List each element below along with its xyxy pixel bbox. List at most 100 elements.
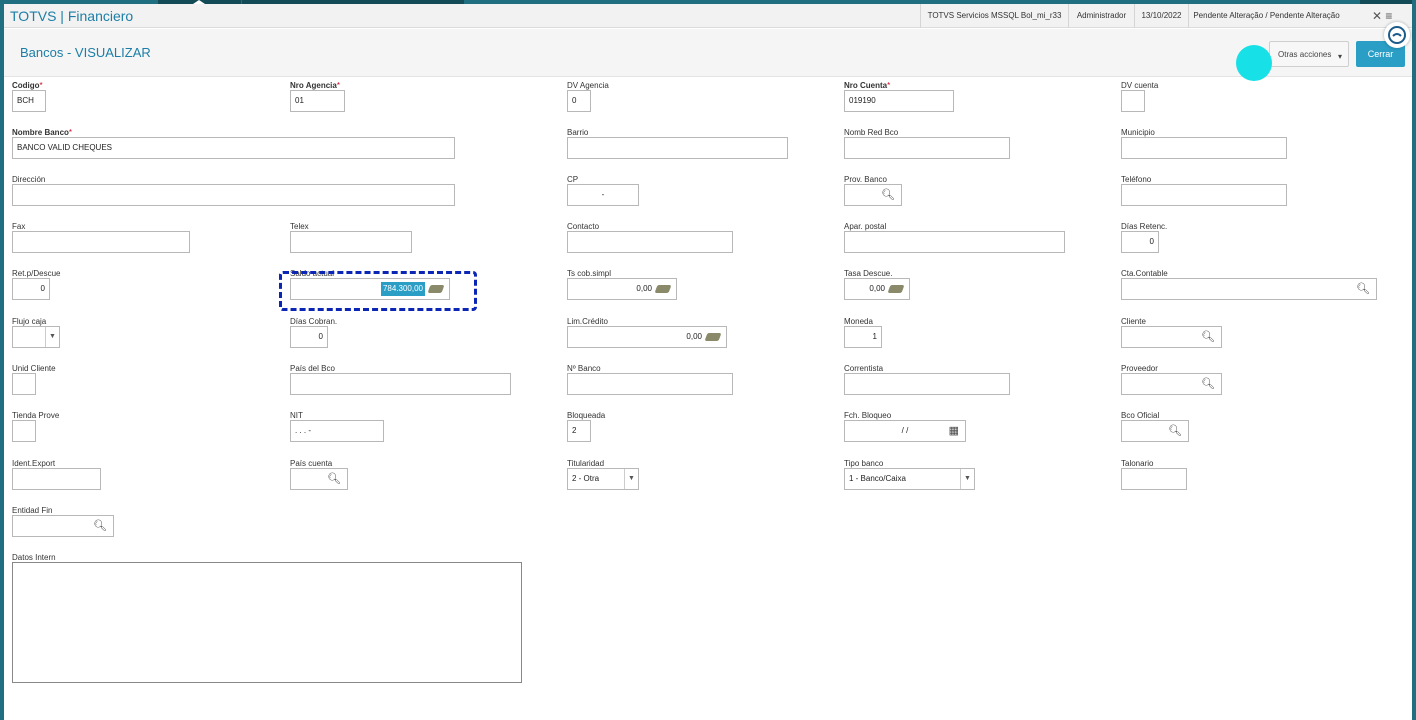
- municipio-label: Municipio: [1121, 128, 1155, 137]
- ts-cob-simpl-field[interactable]: 0,00: [567, 278, 677, 300]
- bloqueada-field[interactable]: 2: [567, 420, 591, 442]
- dias-retenc-field[interactable]: 0: [1121, 231, 1159, 253]
- fax-label: Fax: [12, 222, 26, 231]
- nro-cuenta-field[interactable]: 019190: [844, 90, 954, 112]
- tipo-banco-select[interactable]: 1 - Banco/Caixa ▼: [844, 468, 975, 490]
- nombre-banco-field[interactable]: BANCO VALID CHEQUES: [12, 137, 455, 159]
- fch-bloqueo-label: Fch. Bloqueo: [844, 411, 892, 420]
- nomb-red-bco-field[interactable]: [844, 137, 1010, 159]
- contacto-label: Contacto: [567, 222, 600, 231]
- money-icon[interactable]: [654, 285, 672, 293]
- nit-field[interactable]: . . . -: [290, 420, 384, 442]
- date-status: 13/10/2022: [1134, 4, 1188, 28]
- calendar-icon[interactable]: ▦: [949, 421, 959, 441]
- otras-acciones-label: Otras acciones: [1278, 50, 1332, 59]
- correntista-field[interactable]: [844, 373, 1010, 395]
- bco-oficial-field[interactable]: 🔍︎: [1121, 420, 1189, 442]
- prov-banco-label: Prov. Banco: [844, 175, 887, 184]
- dropdown-arrow-icon[interactable]: ▼: [45, 327, 59, 347]
- pais-del-bco-field[interactable]: [290, 373, 511, 395]
- page-header: Bancos - VISUALIZAR Otras acciones ▾ Cer…: [4, 29, 1412, 77]
- nro-cuenta-label: Nro Cuenta*: [844, 81, 891, 90]
- bco-oficial-label: Bco Oficial: [1121, 411, 1160, 420]
- search-icon[interactable]: 🔍︎: [881, 185, 895, 205]
- money-icon[interactable]: [887, 285, 905, 293]
- unid-cliente-field[interactable]: [12, 373, 36, 395]
- dv-agencia-field[interactable]: 0: [567, 90, 591, 112]
- nro-agencia-field[interactable]: 01: [290, 90, 345, 112]
- barrio-field[interactable]: [567, 137, 788, 159]
- direccion-label: Dirección: [12, 175, 46, 184]
- titularidad-select[interactable]: 2 - Otra ▼: [567, 468, 639, 490]
- lim-credito-label: Lim.Crédito: [567, 317, 608, 326]
- nro-agencia-label: Nro Agencia*: [290, 81, 340, 90]
- fch-bloqueo-field[interactable]: / / ▦: [844, 420, 966, 442]
- search-icon[interactable]: 🔍︎: [1201, 374, 1215, 394]
- app-title: TOTVS | Financiero: [10, 8, 134, 24]
- search-icon[interactable]: 🔍︎: [93, 516, 107, 536]
- unid-cliente-label: Unid Cliente: [12, 364, 56, 373]
- direccion-field[interactable]: [12, 184, 455, 206]
- cursor-indicator: [1236, 45, 1272, 81]
- dv-cuenta-label: DV cuenta: [1121, 81, 1159, 90]
- entidad-fin-label: Entidad Fin: [12, 506, 53, 515]
- money-icon[interactable]: [704, 333, 722, 341]
- cta-contable-field[interactable]: 🔍︎: [1121, 278, 1377, 300]
- tienda-prove-field[interactable]: [12, 420, 36, 442]
- telex-field[interactable]: [290, 231, 412, 253]
- dias-cobran-field[interactable]: 0: [290, 326, 328, 348]
- dv-cuenta-field[interactable]: [1121, 90, 1145, 112]
- ident-export-field[interactable]: [12, 468, 101, 490]
- flujo-caja-label: Flujo caja: [12, 317, 47, 326]
- correntista-label: Correntista: [844, 364, 884, 373]
- close-menu-icon[interactable]: ✕ ≡: [1372, 9, 1392, 23]
- search-icon[interactable]: 🔍︎: [1168, 421, 1182, 441]
- focus-highlight: [279, 271, 477, 311]
- telex-label: Telex: [290, 222, 309, 231]
- flujo-caja-select[interactable]: ▼: [12, 326, 60, 348]
- nomb-red-bco-label: Nomb Red Bco: [844, 128, 899, 137]
- cp-field[interactable]: -: [567, 184, 639, 206]
- chevron-down-icon: ▾: [1337, 52, 1342, 61]
- pais-cuenta-field[interactable]: 🔍︎: [290, 468, 348, 490]
- proveedor-field[interactable]: 🔍︎: [1121, 373, 1222, 395]
- lim-credito-field[interactable]: 0,00: [567, 326, 727, 348]
- nombre-banco-label: Nombre Banco*: [12, 128, 73, 137]
- moneda-field[interactable]: 1: [844, 326, 882, 348]
- apar-postal-field[interactable]: [844, 231, 1065, 253]
- pais-del-bco-label: País del Bco: [290, 364, 335, 373]
- moneda-label: Moneda: [844, 317, 873, 326]
- otras-acciones-button[interactable]: Otras acciones ▾: [1269, 41, 1349, 67]
- municipio-field[interactable]: [1121, 137, 1287, 159]
- fax-field[interactable]: [12, 231, 190, 253]
- cliente-field[interactable]: 🔍︎: [1121, 326, 1222, 348]
- cta-contable-label: Cta.Contable: [1121, 269, 1168, 278]
- tasa-descue-field[interactable]: 0,00: [844, 278, 910, 300]
- chat-assistant-icon[interactable]: [1384, 22, 1410, 48]
- page-title: Bancos - VISUALIZAR: [20, 45, 151, 60]
- codigo-field[interactable]: BCH: [12, 90, 46, 112]
- title-bar: TOTVS | Financiero TOTVS Servicios MSSQL…: [4, 4, 1412, 28]
- nit-label: NIT: [290, 411, 303, 420]
- pais-cuenta-label: País cuenta: [290, 459, 333, 468]
- talonario-field[interactable]: [1121, 468, 1187, 490]
- dropdown-arrow-icon[interactable]: ▼: [624, 469, 638, 489]
- datos-intern-textarea[interactable]: [12, 562, 522, 683]
- n-banco-field[interactable]: [567, 373, 733, 395]
- telefono-field[interactable]: [1121, 184, 1287, 206]
- contacto-field[interactable]: [567, 231, 733, 253]
- prov-banco-field[interactable]: 🔍︎: [844, 184, 902, 206]
- proveedor-label: Proveedor: [1121, 364, 1158, 373]
- titularidad-label: Titularidad: [567, 459, 605, 468]
- dropdown-arrow-icon[interactable]: ▼: [960, 469, 974, 489]
- search-icon[interactable]: 🔍︎: [1356, 279, 1370, 299]
- search-icon[interactable]: 🔍︎: [1201, 327, 1215, 347]
- user-status: Administrador: [1068, 4, 1134, 28]
- pending-status: Pendente Alteração / Pendente Alteração: [1188, 4, 1344, 28]
- entidad-fin-field[interactable]: 🔍︎: [12, 515, 114, 537]
- server-status: TOTVS Servicios MSSQL Bol_mi_r33: [920, 4, 1068, 28]
- dias-cobran-label: Días Cobran.: [290, 317, 338, 326]
- search-icon[interactable]: 🔍︎: [327, 469, 341, 489]
- datos-intern-label: Datos Intern: [12, 553, 56, 562]
- ret-p-descue-field[interactable]: 0: [12, 278, 50, 300]
